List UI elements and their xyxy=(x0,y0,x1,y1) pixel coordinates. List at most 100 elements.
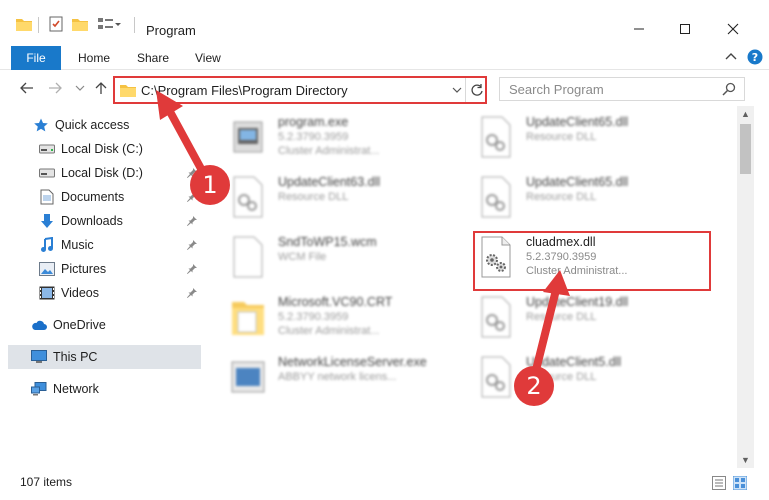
computer-icon xyxy=(31,349,47,365)
address-divider xyxy=(465,78,466,102)
tab-share[interactable]: Share xyxy=(137,46,169,70)
recent-locations-button[interactable] xyxy=(70,78,90,98)
large-icons-view-icon[interactable] xyxy=(733,476,747,490)
file-item[interactable]: UpdateClient19.dll Resource DLL xyxy=(478,290,708,346)
tab-home[interactable]: Home xyxy=(78,46,110,70)
search-icon[interactable] xyxy=(722,82,736,96)
title-bar: Program xyxy=(0,0,769,46)
pin-icon[interactable] xyxy=(186,239,198,251)
exe-icon xyxy=(231,361,265,393)
sidebar-item-pictures[interactable]: Pictures xyxy=(39,257,106,281)
dll-icon xyxy=(481,356,511,398)
forward-button[interactable] xyxy=(45,78,65,98)
exe-icon xyxy=(233,121,263,153)
expand-ribbon-icon[interactable] xyxy=(725,52,737,62)
scroll-thumb[interactable] xyxy=(740,124,751,174)
file-description: WCM File xyxy=(278,251,327,263)
sidebar-item-label: Local Disk (C:) xyxy=(61,142,143,156)
dll-icon xyxy=(481,116,511,158)
file-name: program.exe xyxy=(278,115,349,129)
file-item[interactable]: UpdateClient65.dll Resource DLL xyxy=(478,110,708,166)
chevron-down-icon xyxy=(75,85,85,91)
dll-icon xyxy=(481,296,511,338)
sidebar-item-label: Music xyxy=(61,238,94,252)
drive-icon xyxy=(39,141,55,157)
sidebar-item-music[interactable]: Music xyxy=(39,233,94,257)
step-2-badge: 2 xyxy=(514,366,554,406)
file-name: Microsoft.VC90.CRT xyxy=(278,295,393,309)
folder-icon xyxy=(120,85,136,97)
pin-icon[interactable] xyxy=(186,287,198,299)
folder-icon[interactable] xyxy=(14,14,34,34)
back-arrow-icon xyxy=(20,82,33,94)
download-icon xyxy=(39,213,55,229)
file-version: 5.2.3790.3959 xyxy=(278,311,349,323)
up-button[interactable] xyxy=(91,78,111,98)
sidebar-item-documents[interactable]: Documents xyxy=(39,185,124,209)
file-item[interactable]: UpdateClient5.dll Resource DLL xyxy=(478,350,708,406)
search-box[interactable]: Search Program xyxy=(499,77,745,101)
drive-icon xyxy=(39,165,55,181)
file-description: Cluster Administrat... xyxy=(278,145,380,157)
sidebar-item-downloads[interactable]: Downloads xyxy=(39,209,123,233)
file-item[interactable]: NetworkLicenseServer.exe ABBYY network l… xyxy=(230,350,460,406)
sidebar-item-label: Videos xyxy=(61,286,99,300)
pin-icon[interactable] xyxy=(186,215,198,227)
sidebar-item-local-disk-d[interactable]: Local Disk (D:) xyxy=(39,161,143,185)
sidebar-item-this-pc[interactable]: This PC xyxy=(31,345,97,369)
details-view-icon[interactable] xyxy=(712,476,726,490)
sidebar-item-label: Network xyxy=(53,382,99,396)
sidebar-item-local-disk-c[interactable]: Local Disk (C:) xyxy=(39,137,143,161)
file-item[interactable]: SndToWP15.wcm WCM File xyxy=(230,230,460,286)
tab-view[interactable]: View xyxy=(195,46,221,70)
step-1-badge: 1 xyxy=(190,165,230,205)
sidebar-item-label: Quick access xyxy=(55,118,130,132)
ribbon-controls: ? xyxy=(725,49,763,65)
sidebar-item-label: OneDrive xyxy=(53,318,106,332)
refresh-icon[interactable] xyxy=(470,83,484,97)
address-bar[interactable]: C:\Program Files\Program Directory xyxy=(113,76,487,104)
file-item[interactable]: program.exe 5.2.3790.3959 Cluster Admini… xyxy=(230,110,460,166)
search-placeholder[interactable]: Search Program xyxy=(509,82,604,97)
file-highlight-box xyxy=(473,231,711,291)
minimize-icon xyxy=(634,28,644,30)
file-item[interactable]: UpdateClient63.dll Resource DLL xyxy=(230,170,460,226)
new-folder-icon[interactable] xyxy=(70,14,90,34)
vertical-scrollbar[interactable]: ▲ ▼ xyxy=(737,106,754,468)
maximize-button[interactable] xyxy=(662,14,708,44)
close-icon xyxy=(727,23,739,35)
maximize-icon xyxy=(680,24,690,34)
sidebar-item-network[interactable]: Network xyxy=(31,377,99,401)
dll-icon xyxy=(481,176,511,218)
cloud-icon xyxy=(31,317,47,333)
sidebar-item-quick-access[interactable]: Quick access xyxy=(33,113,129,137)
chevron-down-icon[interactable] xyxy=(452,86,462,94)
sidebar-item-label: Local Disk (D:) xyxy=(61,166,143,180)
file-name: UpdateClient63.dll xyxy=(278,175,381,189)
sidebar-item-label: Pictures xyxy=(61,262,107,276)
scroll-up-icon[interactable]: ▲ xyxy=(737,106,754,122)
toolbar-separator xyxy=(38,17,39,33)
sidebar-item-videos[interactable]: Videos xyxy=(39,281,99,305)
customize-icon[interactable] xyxy=(94,14,124,34)
minimize-button[interactable] xyxy=(616,14,662,44)
address-path[interactable]: C:\Program Files\Program Directory xyxy=(141,83,348,98)
properties-icon[interactable] xyxy=(46,14,66,34)
star-icon xyxy=(33,117,49,133)
file-item[interactable]: UpdateClient65.dll Resource DLL xyxy=(478,170,708,226)
forward-arrow-icon xyxy=(49,82,62,94)
file-name: NetworkLicenseServer.exe xyxy=(278,355,427,369)
tab-file[interactable]: File xyxy=(11,46,61,70)
close-button[interactable] xyxy=(710,14,756,44)
help-icon[interactable]: ? xyxy=(747,49,763,65)
window-title: Program xyxy=(146,23,196,38)
back-button[interactable] xyxy=(17,78,37,98)
scroll-down-icon[interactable]: ▼ xyxy=(737,452,754,468)
svg-text:?: ? xyxy=(752,51,758,64)
file-description: Resource DLL xyxy=(526,191,597,203)
sidebar-item-onedrive[interactable]: OneDrive xyxy=(31,313,106,337)
pin-icon[interactable] xyxy=(186,263,198,275)
file-description: Resource DLL xyxy=(526,311,597,323)
file-item[interactable]: Microsoft.VC90.CRT 5.2.3790.3959 Cluster… xyxy=(230,290,460,346)
sidebar-item-label: Documents xyxy=(61,190,125,204)
